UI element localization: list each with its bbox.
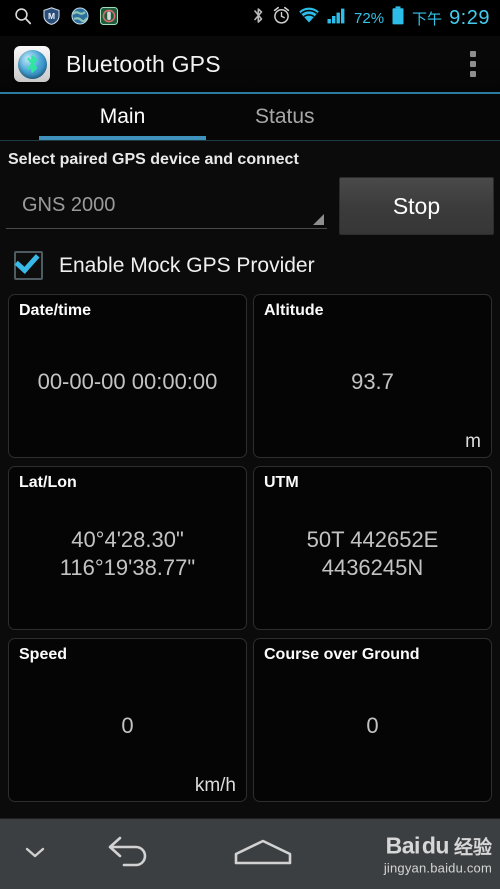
status-bar-system-icons: 72% 下午 9:29 [252, 6, 492, 30]
android-screen: M 72% 下午 9:29 Bluetooth GPS Main Status … [0, 0, 500, 889]
card-value: 50T 442652E [306, 527, 439, 553]
battery-icon [391, 6, 405, 30]
card-value: 0 [366, 713, 379, 739]
svg-text:M: M [48, 11, 55, 21]
watermark-logo-row: Bai du 经验 [384, 833, 492, 860]
clock-time: 9:29 [449, 6, 490, 29]
card-body: 40°4'28.30" 116°19'38.77" [19, 486, 236, 623]
bluetooth-icon [252, 6, 265, 30]
card-value: 00-00-00 00:00:00 [37, 369, 218, 395]
gps-device-spinner[interactable]: GNS 2000 [6, 184, 327, 229]
action-bar: Bluetooth GPS [0, 36, 500, 94]
tab-status-label: Status [255, 105, 315, 128]
bluetooth-gps-app-icon [14, 46, 50, 82]
wifi-icon [298, 7, 320, 29]
shield-m-icon: M [43, 6, 60, 30]
alarm-clock-icon [272, 6, 291, 30]
card-value: 40°4'28.30" [71, 527, 184, 553]
device-section-label: Select paired GPS device and connect [8, 151, 299, 168]
tab-main-label: Main [99, 105, 146, 128]
gps-device-spinner-value: GNS 2000 [22, 194, 116, 216]
overflow-menu-button[interactable] [458, 42, 488, 86]
signal-bars-icon [327, 7, 347, 29]
tab-main[interactable]: Main [0, 94, 245, 140]
mock-gps-provider-row[interactable]: Enable Mock GPS Provider [6, 235, 494, 294]
card-course-over-ground: Course over Ground 0 [253, 638, 492, 802]
card-lat-lon: Lat/Lon 40°4'28.30" 116°19'38.77" [8, 466, 247, 630]
watermark-url: jingyan.baidu.com [383, 860, 492, 876]
globe-icon [71, 7, 89, 30]
hide-keyboard-button[interactable] [0, 844, 70, 865]
card-altitude: Altitude 93.7 m [253, 294, 492, 458]
tab-status[interactable]: Status [245, 94, 500, 140]
baidu-jingyan-watermark: Bai du 经验 jingyan.baidu.com [384, 833, 492, 876]
chevron-down-icon [22, 844, 48, 865]
device-selector-row: GNS 2000 Stop [6, 171, 494, 235]
card-utm: UTM 50T 442652E 4436245N [253, 466, 492, 630]
stop-button[interactable]: Stop [339, 177, 494, 235]
home-icon [232, 837, 294, 872]
status-bar-notification-icons: M [8, 6, 118, 30]
gps-readout-grid: Date/time 00-00-00 00:00:00 Altitude 93.… [6, 294, 494, 802]
card-value-secondary: 4436245N [321, 555, 424, 581]
card-body: 0 [264, 658, 481, 795]
app-green-icon [100, 6, 118, 30]
page-title: Bluetooth GPS [66, 50, 221, 77]
card-value-secondary: 116°19'38.77" [59, 555, 196, 581]
battery-percent: 72% [354, 9, 385, 27]
mock-gps-provider-checkbox[interactable] [14, 251, 43, 280]
watermark-cn-label: 经验 [453, 836, 492, 859]
overflow-dot [470, 71, 476, 77]
overflow-dot [470, 51, 476, 57]
search-icon [14, 7, 32, 30]
card-speed: Speed 0 km/h [8, 638, 247, 802]
card-body: 00-00-00 00:00:00 [19, 314, 236, 451]
chevron-down-icon [313, 213, 324, 225]
back-icon [104, 835, 154, 874]
mock-gps-provider-label: Enable Mock GPS Provider [59, 253, 315, 277]
navigation-bar: Bai du 经验 jingyan.baidu.com [0, 818, 500, 889]
card-body: 50T 442652E 4436245N [264, 486, 481, 623]
tab-bar: Main Status [0, 94, 500, 141]
card-unit: km/h [194, 775, 236, 796]
back-button[interactable] [70, 835, 188, 874]
card-body: 93.7 [264, 314, 481, 451]
overflow-dot [470, 61, 476, 67]
status-bar: M 72% 下午 9:29 [0, 0, 500, 36]
card-unit: m [465, 431, 481, 452]
home-button[interactable] [188, 837, 338, 872]
card-value: 0 [121, 713, 134, 739]
card-date-time: Date/time 00-00-00 00:00:00 [8, 294, 247, 458]
clock-ampm: 下午 [412, 9, 443, 28]
main-content: Select paired GPS device and connect GNS… [0, 141, 500, 818]
watermark-du: du [421, 832, 450, 859]
card-value: 93.7 [351, 369, 394, 395]
watermark-brand: Bai [385, 832, 421, 859]
